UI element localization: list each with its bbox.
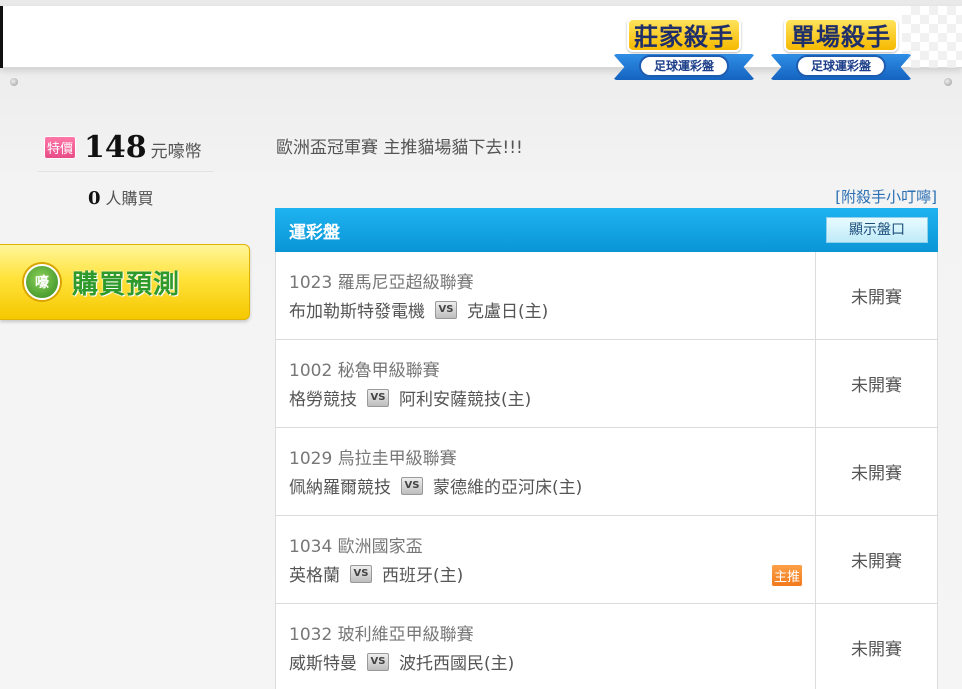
top-banner: 莊家殺手 足球運彩盤 單場殺手 足球運彩盤 — [0, 6, 962, 80]
special-price-tag: 特價 — [44, 136, 77, 159]
match-status: 未開賽 — [851, 552, 902, 572]
divider — [38, 171, 214, 172]
match-status: 未開賽 — [851, 288, 902, 308]
match-league: 1023 羅馬尼亞超級聯賽 — [289, 273, 474, 293]
vs-icon: VS — [367, 388, 389, 407]
home-team: 佩納羅爾競技 — [289, 478, 391, 498]
badge-subtitle: 足球運彩盤 — [796, 55, 886, 77]
single-match-killer-badge[interactable]: 單場殺手 足球運彩盤 — [770, 14, 912, 90]
buy-prediction-label: 購買預測 — [72, 269, 181, 300]
match-info: 1032 玻利維亞甲級聯賽 威斯特曼 VS 波托西國民(主) — [276, 604, 816, 689]
table-row: 1032 玻利維亞甲級聯賽 威斯特曼 VS 波托西國民(主) 未開賽 — [275, 604, 938, 689]
price-row: 特價 148 元嚎幣 — [44, 130, 202, 170]
vs-icon: VS — [435, 300, 457, 319]
match-league: 1029 烏拉圭甲級聯賽 — [289, 449, 457, 469]
match-info: 1034 歐洲國家盃 英格蘭 VS 西班牙(主) 主推 — [276, 516, 816, 603]
match-league: 1034 歐洲國家盃 — [289, 537, 423, 557]
match-teams: 英格蘭 VS 西班牙(主) — [289, 561, 815, 586]
match-teams: 威斯特曼 VS 波托西國民(主) — [289, 649, 815, 674]
home-team: 格勞競技 — [289, 390, 357, 410]
match-league: 1002 秘魯甲級聯賽 — [289, 361, 440, 381]
away-team: 克盧日(主) — [467, 302, 549, 322]
buyer-count: 0 人購買 — [88, 185, 154, 209]
recommend-badge: 主推 — [770, 564, 803, 587]
match-teams: 布加勒斯特發電機 VS 克盧日(主) — [289, 297, 815, 322]
away-team: 西班牙(主) — [382, 566, 464, 586]
badge-title: 單場殺手 — [784, 18, 898, 52]
badge-subtitle: 足球運彩盤 — [639, 55, 729, 77]
prediction-headline: 歐洲盃冠軍賽 主推貓場貓下去!!! — [276, 138, 523, 158]
badge-title: 莊家殺手 — [627, 18, 741, 52]
match-status: 未開賽 — [851, 464, 902, 484]
vs-icon: VS — [401, 476, 423, 495]
table-row: 1034 歐洲國家盃 英格蘭 VS 西班牙(主) 主推 未開賽 — [275, 516, 938, 604]
panel-header: 運彩盤 顯示盤口 — [275, 208, 938, 252]
coin-icon: 嚎 — [24, 264, 60, 300]
match-info: 1029 烏拉圭甲級聯賽 佩納羅爾競技 VS 蒙德維的亞河床(主) — [276, 428, 816, 515]
table-row: 1002 秘魯甲級聯賽 格勞競技 VS 阿利安薩競技(主) 未開賽 — [275, 340, 938, 428]
home-team: 威斯特曼 — [289, 654, 357, 674]
match-league: 1032 玻利維亞甲級聯賽 — [289, 625, 474, 645]
price-amount: 148 — [84, 130, 147, 165]
killer-tips-link[interactable]: [附殺手小叮嚀] — [835, 186, 937, 207]
vs-icon: VS — [367, 652, 389, 671]
table-row: 1029 烏拉圭甲級聯賽 佩納羅爾競技 VS 蒙德維的亞河床(主) 未開賽 — [275, 428, 938, 516]
match-list: 1023 羅馬尼亞超級聯賽 布加勒斯特發電機 VS 克盧日(主) 未開賽 100… — [275, 252, 938, 689]
match-teams: 格勞競技 VS 阿利安薩競技(主) — [289, 385, 815, 410]
buyer-number: 0 — [88, 188, 101, 209]
away-team: 蒙德維的亞河床(主) — [433, 478, 583, 498]
match-teams: 佩納羅爾競技 VS 蒙德維的亞河床(主) — [289, 473, 815, 498]
home-team: 英格蘭 — [289, 566, 340, 586]
match-status: 未開賽 — [851, 376, 902, 396]
match-info: 1023 羅馬尼亞超級聯賽 布加勒斯特發電機 VS 克盧日(主) — [276, 252, 816, 339]
banner-edge — [0, 6, 3, 68]
away-team: 波托西國民(主) — [399, 654, 515, 674]
vs-icon: VS — [350, 564, 372, 583]
panel-title: 運彩盤 — [289, 222, 340, 243]
away-team: 阿利安薩競技(主) — [399, 390, 532, 410]
sports-lottery-panel: 運彩盤 顯示盤口 1023 羅馬尼亞超級聯賽 布加勒斯特發電機 VS 克盧日(主… — [275, 208, 938, 689]
home-team: 布加勒斯特發電機 — [289, 302, 425, 322]
match-info: 1002 秘魯甲級聯賽 格勞競技 VS 阿利安薩競技(主) — [276, 340, 816, 427]
show-odds-button[interactable]: 顯示盤口 — [826, 217, 928, 243]
price-unit: 元嚎幣 — [150, 142, 202, 162]
pin-icon — [944, 78, 952, 86]
pin-icon — [10, 78, 18, 86]
buyer-label: 人購買 — [105, 189, 154, 208]
match-status: 未開賽 — [851, 640, 902, 660]
table-row: 1023 羅馬尼亞超級聯賽 布加勒斯特發電機 VS 克盧日(主) 未開賽 — [275, 252, 938, 340]
buy-prediction-button[interactable]: 嚎 購買預測 — [0, 244, 250, 320]
dealer-killer-badge[interactable]: 莊家殺手 足球運彩盤 — [613, 14, 755, 90]
